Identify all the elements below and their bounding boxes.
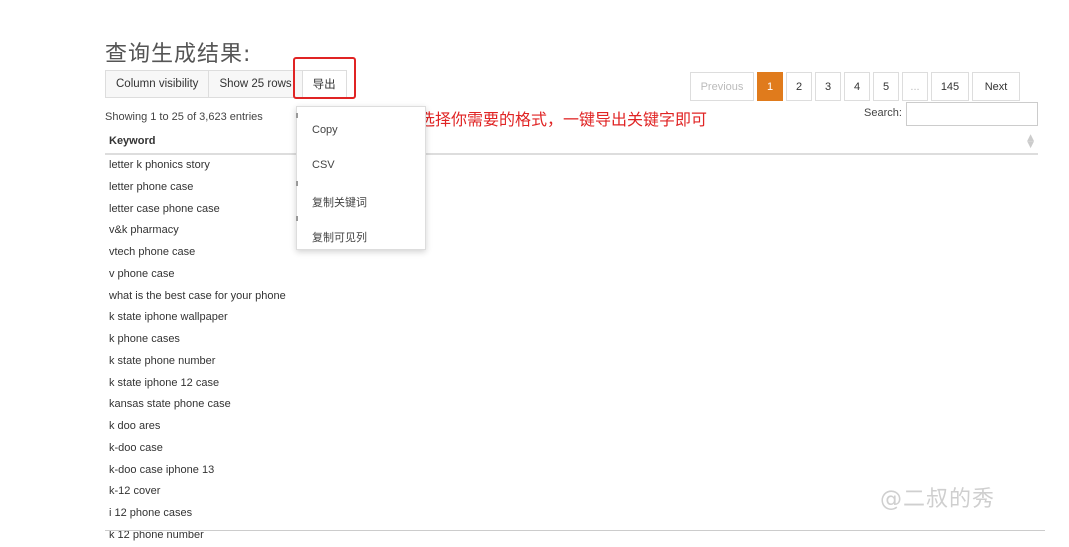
page-button-4[interactable]: 4 (844, 72, 870, 101)
next-button[interactable]: Next (972, 72, 1020, 101)
page-button-5[interactable]: 5 (873, 72, 899, 101)
keyword-cell: letter k phonics story (109, 159, 210, 171)
table-row: v phone case (105, 264, 1038, 286)
keyword-cell: k-doo case iphone 13 (109, 463, 215, 476)
keyword-cell: i 12 phone cases (109, 507, 193, 519)
page-button-2[interactable]: 2 (786, 72, 812, 101)
table-row: k state iphone 12 case (105, 373, 1038, 395)
pagination: Previous 1 2 3 4 5 ... 145 Next (690, 72, 1020, 101)
keyword-cell: what is the best case for your phone (109, 289, 286, 302)
table-row: k phone cases (105, 329, 1038, 351)
keyword-cell: k-doo case (109, 441, 163, 454)
previous-button[interactable]: Previous (690, 72, 754, 101)
page-button-last[interactable]: 145 (931, 72, 969, 101)
keyword-cell: k state phone number (109, 354, 216, 367)
export-dropdown-menu: Copy CSV 复制关键词 复制可见列 (296, 106, 426, 250)
show-rows-button[interactable]: Show 25 rows (209, 70, 303, 98)
search-label: Search: (864, 107, 902, 119)
table-row: letter phone case (105, 177, 1038, 199)
table-row: k state phone number (105, 351, 1038, 373)
keyword-cell: kansas state phone case (109, 398, 231, 411)
copy-visible-columns-item[interactable]: 复制可见列 (312, 229, 367, 245)
keyword-cell: vtech phone case (109, 246, 196, 258)
table-row: kansas state phone case (105, 394, 1038, 416)
keyword-cell: letter phone case (109, 180, 194, 193)
menu-divider-tick (296, 216, 298, 221)
watermark: @二叔的秀 (880, 487, 996, 512)
table-row: k doo ares (105, 416, 1038, 438)
table-row: v&k pharmacy (105, 220, 1038, 242)
keyword-cell: k phone cases (109, 333, 180, 345)
menu-divider-tick (296, 181, 298, 186)
table-header[interactable]: Keyword ▲ ▼ (105, 131, 1038, 155)
keyword-cell: k-12 cover (109, 485, 161, 498)
table-info: Showing 1 to 25 of 3,623 entries (105, 111, 263, 123)
search-input[interactable] (906, 102, 1038, 126)
table-row: k 12 phone number (105, 525, 1038, 547)
table-row: vtech phone case (105, 242, 1038, 264)
table-row: letter case phone case (105, 199, 1038, 221)
keyword-cell: k state iphone wallpaper (109, 311, 228, 324)
keyword-column-header: Keyword (109, 135, 156, 147)
page-title: 查询生成结果: (105, 42, 252, 67)
table-row: k-doo case iphone 13 (105, 460, 1038, 482)
copy-keywords-item[interactable]: 复制关键词 (312, 194, 367, 210)
export-copy-item[interactable]: Copy (312, 124, 338, 136)
page-ellipsis: ... (902, 72, 928, 101)
export-highlight-box (293, 57, 356, 99)
keyword-cell: v phone case (109, 267, 175, 280)
page-button-3[interactable]: 3 (815, 72, 841, 101)
export-csv-item[interactable]: CSV (312, 159, 335, 171)
table-row: k-doo case (105, 438, 1038, 460)
sort-icon[interactable]: ▲ ▼ (1027, 134, 1034, 150)
table-row: letter k phonics story (105, 155, 1038, 177)
keyword-cell: k doo ares (109, 420, 161, 432)
column-visibility-button[interactable]: Column visibility (105, 70, 210, 98)
keyword-cell: k state iphone 12 case (109, 376, 220, 389)
table-row: what is the best case for your phone (105, 286, 1038, 308)
table-row: k state iphone wallpaper (105, 307, 1038, 329)
menu-divider-tick (296, 113, 298, 118)
keyword-cell: v&k pharmacy (109, 224, 179, 237)
divider (105, 530, 1045, 531)
keyword-cell: letter case phone case (109, 202, 220, 215)
page-button-1[interactable]: 1 (757, 72, 783, 101)
